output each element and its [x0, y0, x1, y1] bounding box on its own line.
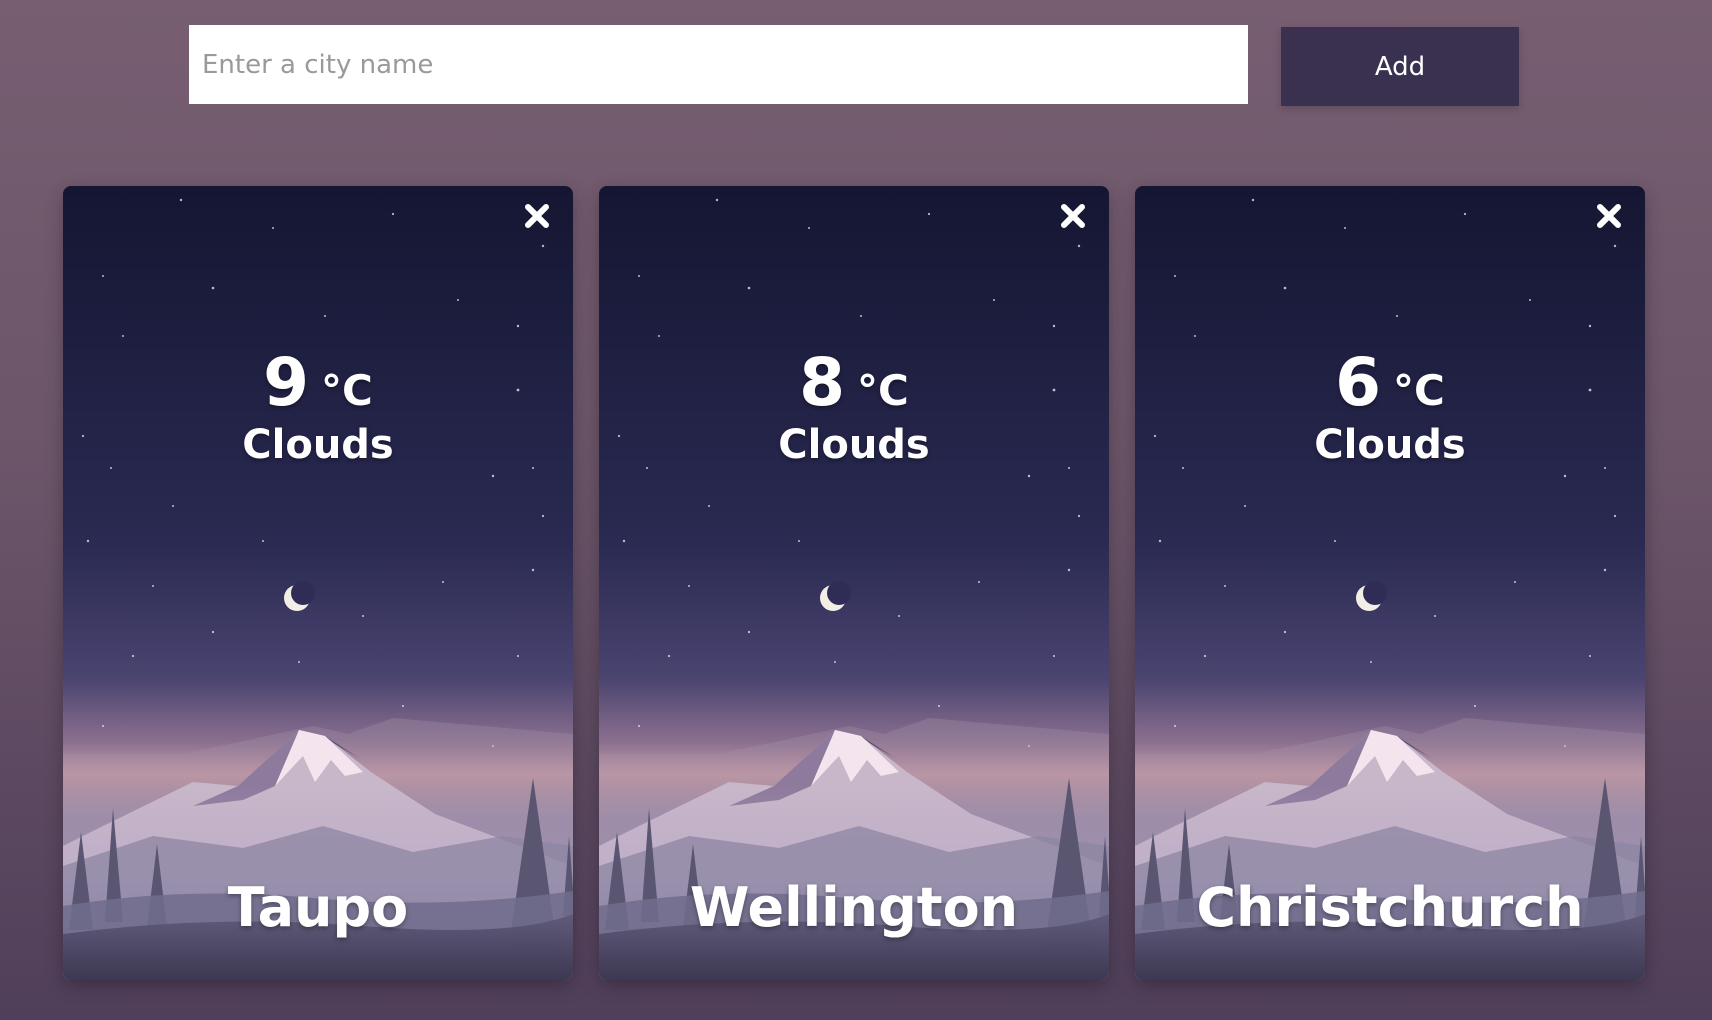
search-bar: Add — [0, 0, 1712, 140]
temperature-value: 6 — [1335, 344, 1382, 421]
city-name-input[interactable] — [189, 25, 1248, 104]
city-name: Christchurch — [1196, 876, 1584, 939]
weather-condition: Clouds — [1314, 422, 1466, 468]
weather-card: 9 °C Clouds Taupo — [63, 186, 573, 980]
close-icon[interactable] — [521, 200, 553, 232]
night-mountain-background — [1135, 186, 1645, 980]
night-mountain-background — [599, 186, 1109, 980]
temperature-value: 8 — [799, 344, 846, 421]
weather-card: 8 °C Clouds Wellington — [599, 186, 1109, 980]
add-button[interactable]: Add — [1281, 27, 1519, 106]
weather-condition: Clouds — [778, 422, 930, 468]
temperature-block: 9 °C Clouds — [63, 346, 573, 470]
city-name: Wellington — [689, 876, 1019, 939]
close-icon[interactable] — [1593, 200, 1625, 232]
temperature-unit: °C — [857, 366, 909, 415]
temperature-block: 6 °C Clouds — [1135, 346, 1645, 470]
weather-cards: 9 °C Clouds Taupo 8 °C Clouds Wellington — [63, 186, 1646, 980]
close-icon[interactable] — [1057, 200, 1089, 232]
weather-card: 6 °C Clouds Christchurch — [1135, 186, 1645, 980]
temperature-value: 9 — [263, 344, 310, 421]
night-mountain-background — [63, 186, 573, 980]
temperature-block: 8 °C Clouds — [599, 346, 1109, 470]
temperature-unit: °C — [1393, 366, 1445, 415]
weather-condition: Clouds — [242, 422, 394, 468]
city-name: Taupo — [227, 876, 409, 939]
temperature-unit: °C — [321, 366, 373, 415]
